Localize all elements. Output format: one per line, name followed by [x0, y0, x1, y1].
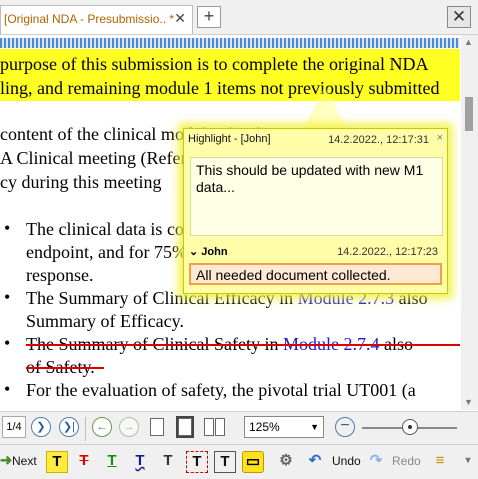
tab-title: [Original NDA - Presubmissio.. *	[4, 12, 175, 26]
underline-text-icon[interactable]: T	[102, 451, 122, 471]
bullet-1-line-3: response.	[26, 265, 94, 285]
facing-page-icon-2[interactable]	[215, 418, 225, 436]
undo-icon[interactable]: ↶	[305, 451, 325, 471]
bullet-icon: •	[4, 287, 11, 307]
textbox-icon[interactable]: T	[214, 451, 236, 473]
chevron-down-icon[interactable]: ▾	[458, 451, 478, 471]
scroll-thumb[interactable]	[465, 97, 473, 131]
annotation-popup[interactable]: Highlight - [John] 14.2.2022., 12:17:31 …	[183, 128, 448, 294]
zoom-select[interactable]: 125% ▼	[244, 416, 324, 438]
reply-text[interactable]: All needed document collected.	[189, 263, 442, 285]
redo-button[interactable]: Redo	[392, 454, 421, 468]
vertical-scrollbar[interactable]: ▲ ▼	[461, 35, 478, 410]
squiggly-text-icon[interactable]: T	[130, 451, 150, 471]
reply-user[interactable]: ⌄ John	[189, 245, 228, 258]
paragraph-line-3: cy during this meeting	[0, 172, 162, 192]
next-page-button[interactable]: ❯	[31, 417, 51, 437]
tab-bar: [Original NDA - Presubmissio.. * ✕ + ✕	[0, 0, 478, 35]
zoom-value: 125%	[249, 420, 280, 434]
note-icon[interactable]: ▭	[242, 451, 264, 473]
bullet-2-line-2: Summary of Efficacy.	[26, 311, 184, 331]
reply-header: ⌄ John 14.2.2022., 12:17:23	[189, 243, 442, 261]
scroll-up-icon[interactable]: ▲	[464, 37, 473, 47]
bullet-4-line-1: For the evaluation of safety, the pivota…	[26, 380, 416, 400]
close-window-button[interactable]: ✕	[447, 6, 471, 28]
bullet-icon: •	[4, 333, 11, 353]
redo-icon[interactable]: ↷	[366, 451, 386, 471]
chevron-down-icon: ▼	[310, 422, 319, 432]
replace-text-icon[interactable]: T	[158, 451, 178, 471]
settings-icon[interactable]: ⚙	[276, 451, 296, 471]
comment-toolbar: ➜ Next T T T T T T T ▭ ⚙ ↶ Undo ↷ Redo ≡…	[0, 444, 478, 479]
selection-bar	[0, 38, 460, 48]
comment-list-icon[interactable]: ≡	[430, 451, 450, 471]
strikeout-mark	[26, 367, 104, 369]
page-number-input[interactable]: 1/4	[2, 416, 26, 438]
zoom-slider-handle[interactable]	[402, 419, 418, 435]
highlight-text-icon[interactable]: T	[46, 451, 68, 473]
bullet-icon: •	[4, 218, 11, 238]
popup-header: Highlight - [John]	[188, 133, 271, 145]
popup-date: 14.2.2022., 12:17:31	[328, 134, 429, 146]
strikeout-text-icon[interactable]: T	[74, 451, 94, 471]
separator	[85, 417, 86, 441]
undo-button[interactable]: Undo	[332, 454, 361, 468]
popup-close-icon[interactable]: ×	[437, 132, 443, 144]
single-page-icon[interactable]	[150, 418, 164, 436]
strikeout-mark	[26, 344, 460, 346]
bullet-icon: •	[4, 379, 11, 399]
close-tab-icon[interactable]: ✕	[174, 10, 186, 27]
insert-text-icon[interactable]: T	[186, 451, 208, 473]
next-button[interactable]: Next	[12, 454, 37, 468]
zoom-out-button[interactable]: −	[335, 417, 355, 437]
scroll-down-icon[interactable]: ▼	[464, 397, 473, 407]
reply-user-name: John	[201, 246, 228, 258]
next-view-button[interactable]: →	[119, 417, 139, 437]
chevron-down-icon[interactable]: ⌄	[189, 246, 201, 258]
reply-date: 14.2.2022., 12:17:23	[337, 246, 438, 258]
previous-view-button[interactable]: ←	[92, 417, 112, 437]
highlight-line-2: ling, and remaining module 1 items not p…	[0, 78, 440, 98]
facing-page-icon[interactable]	[204, 418, 214, 436]
tab-document[interactable]: [Original NDA - Presubmissio.. * ✕	[0, 5, 193, 34]
navigation-bar: 1/4 ❯ ❯| ← → 125% ▼ −	[0, 411, 478, 444]
highlight-line-1: purpose of this submission is to complet…	[0, 54, 429, 74]
continuous-page-icon[interactable]	[176, 416, 194, 438]
comment-textarea[interactable]: This should be updated with new M1 data.…	[190, 157, 443, 236]
last-page-button[interactable]: ❯|	[59, 417, 79, 437]
new-tab-button[interactable]: +	[197, 6, 221, 28]
